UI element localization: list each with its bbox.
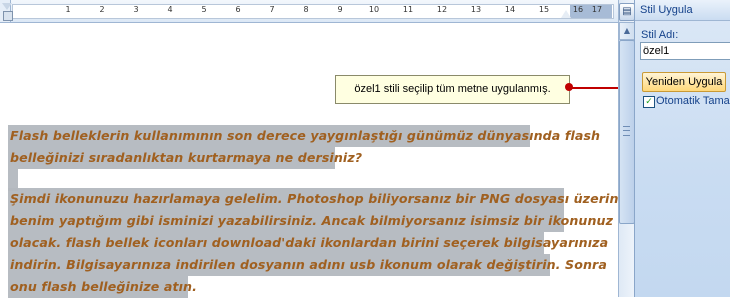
auto-update-label: Otomatik Tamamla <box>656 95 730 107</box>
ruler-number: 9 <box>337 5 343 14</box>
ruler-number: 3 <box>133 5 139 14</box>
scrollbar-grip <box>623 126 630 136</box>
style-name-input[interactable] <box>640 42 730 60</box>
ruler-number: 10 <box>368 5 380 14</box>
auto-update-checkbox[interactable]: ✓ <box>643 96 655 108</box>
document-line: onu flash belleğinize atın. <box>10 279 197 294</box>
document-line: indirin. Bilgisayarınıza indirilen dosya… <box>10 257 607 272</box>
reapply-button[interactable]: Yeniden Uygula <box>642 72 726 92</box>
document-line: Şimdi ikonunuzu hazırlamaya gelelim. Pho… <box>10 191 628 206</box>
document-line: Flash belleklerin kullanımının son derec… <box>10 128 601 143</box>
ruler-number: 17 <box>591 5 603 14</box>
ruler-number: 13 <box>470 5 482 14</box>
ruler-number: 7 <box>269 5 275 14</box>
ruler-number: 8 <box>303 5 309 14</box>
right-indent-marker[interactable] <box>561 10 571 18</box>
ruler-number: 11 <box>402 5 414 14</box>
ruler-toggle-icon[interactable]: ▤ <box>619 3 635 21</box>
first-line-indent-marker[interactable] <box>2 3 12 10</box>
document-line: belleğinizi sıradanlıktan kurtarmaya ne … <box>10 150 363 165</box>
pane-title: Stil Uygula <box>640 4 693 16</box>
horizontal-ruler[interactable]: 1 2 3 4 5 6 7 8 9 10 11 12 13 14 15 16 1… <box>0 0 618 23</box>
left-indent-marker[interactable] <box>3 11 13 21</box>
ruler-number: 6 <box>235 5 241 14</box>
ruler-number: 2 <box>99 5 105 14</box>
chevron-up-icon[interactable]: ▲ <box>619 22 635 40</box>
ruler-number: 15 <box>538 5 550 14</box>
ruler-number: 1 <box>65 5 71 14</box>
annotation-callout: özel1 stili seçilip tüm metne uygulanmış… <box>335 75 570 104</box>
ruler-number: 12 <box>436 5 448 14</box>
ruler-number: 14 <box>504 5 516 14</box>
document-line: benim yaptığım gibi isminizi yazabilirsi… <box>10 213 614 228</box>
document-line: olacak. flash bellek iconları download'd… <box>10 235 609 250</box>
ruler-number: 4 <box>167 5 173 14</box>
scrollbar-grip-line <box>623 130 630 131</box>
ruler-number: 5 <box>201 5 207 14</box>
style-name-label: Stil Adı: <box>641 29 679 41</box>
ruler-number: 16 <box>572 5 584 14</box>
